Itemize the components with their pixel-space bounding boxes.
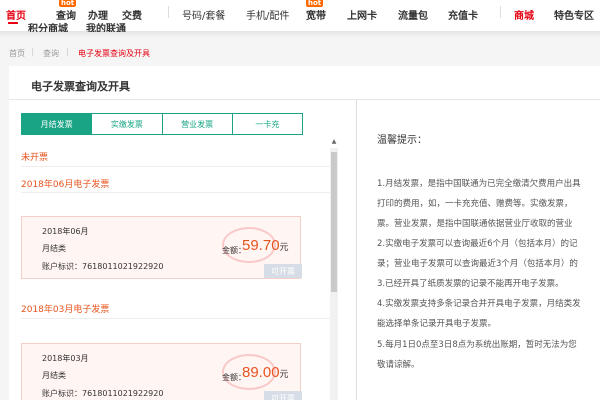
tip-line: 4.实缴发票支持多条记录合并开具电子发票，月结类发: [377, 299, 581, 309]
tip-line: 5.每月1日0点至3日8点为系统出账期，暂时无法为您: [377, 340, 577, 350]
invoice-month-heading: 2018年06月电子发票: [21, 180, 110, 190]
tip-line: 2.实缴电子发票可以查询最近6个月（包括本月）的记: [377, 239, 578, 249]
section-divider: [21, 166, 331, 167]
nav-broadband[interactable]: 宽带: [306, 7, 326, 22]
invoice-month-heading: 2018年03月电子发票: [21, 305, 110, 315]
invoice-account: 账户标识：7618011021922920: [42, 389, 164, 398]
invoice-status-button[interactable]: 可开票: [264, 264, 302, 278]
invoice-card[interactable]: 2018年06月 月结类 账户标识：7618011021922920 金额： 5…: [21, 216, 302, 279]
invoice-tabs: 月结发票 实缴发票 营业发票 一卡充: [21, 113, 303, 135]
invoice-type: 月结类: [42, 244, 66, 253]
nav-home-underline: [8, 22, 18, 24]
tip-line: 票。营业发票，是指中国联通依据营业厅收取的营业: [377, 219, 573, 229]
tip-line: 能选择单条记录开具电子发票。: [377, 319, 497, 329]
breadcrumb-current: 电子发票查询及开具: [78, 49, 150, 58]
invoice-date: 2018年06月: [42, 227, 89, 236]
tab-business-invoice[interactable]: 营业发票: [162, 114, 233, 134]
nav-separator: [500, 6, 501, 18]
breadcrumb-separator: |: [66, 47, 69, 56]
nav-recharge-card[interactable]: 充值卡: [448, 7, 478, 22]
nav-phone-accessory[interactable]: 手机/配件: [246, 7, 289, 22]
breadcrumb-home[interactable]: 首页: [9, 48, 25, 59]
breadcrumb-separator: |: [31, 47, 34, 56]
nav-home[interactable]: 首页: [6, 7, 26, 22]
tab-recharge-card[interactable]: 一卡充: [232, 114, 302, 134]
invoice-amount: 59.70元: [242, 237, 289, 254]
nav-separator: [168, 6, 169, 18]
scroll-up-icon[interactable]: ▲: [330, 138, 338, 146]
invoice-type: 月结类: [42, 371, 66, 380]
tab-paid-invoice[interactable]: 实缴发票: [92, 114, 163, 134]
section-divider: [21, 192, 331, 193]
tab-monthly-invoice[interactable]: 月结发票: [22, 114, 93, 134]
tips-title: 温馨提示：: [377, 135, 427, 146]
title-divider: [9, 99, 600, 100]
section-divider: [21, 318, 331, 319]
tip-line: 1.月结发票，是指中国联通为已完全缴清欠费用户出具: [377, 179, 581, 189]
nav-data-package[interactable]: 流量包: [398, 7, 428, 22]
invoice-status-button[interactable]: 可开票: [264, 391, 302, 400]
scrollbar-thumb[interactable]: [331, 152, 337, 292]
nav-shadow: [0, 32, 600, 38]
invoice-date: 2018年03月: [42, 354, 89, 363]
invoice-amount: 89.00元: [242, 364, 289, 381]
tip-line: 录；营业电子发票可以查询最近3个月（包括本月）的: [377, 259, 578, 269]
nav-data-card[interactable]: 上网卡: [347, 7, 377, 22]
invoice-card[interactable]: 2018年03月 月结类 账户标识：7618011021922920 金额： 8…: [21, 343, 302, 400]
hot-badge: hot: [306, 0, 324, 7]
nav-query[interactable]: 查询: [56, 7, 76, 22]
nav-mall[interactable]: 商城: [514, 7, 534, 22]
tip-line: 敬请谅解。: [377, 360, 420, 370]
nav-number-plan[interactable]: 号码/套餐: [182, 7, 225, 22]
invoice-account: 账户标识：7618011021922920: [42, 262, 164, 271]
tip-line: 打印的费用，如，一卡充充值、赠费等。实缴发票，: [377, 199, 573, 209]
breadcrumb-query[interactable]: 查询: [43, 48, 59, 59]
section-unopened: 未开票: [21, 153, 49, 163]
nav-special-zone[interactable]: 特色专区: [554, 7, 594, 22]
column-divider: [356, 100, 357, 400]
page-title: 电子发票查询及开具: [31, 80, 130, 93]
tip-line: 3.已经开具了纸质发票的记录不能再开电子发票。: [377, 279, 564, 289]
top-nav: 首页 积分商城 查询 hot 办理 交费 我的联通 号码/套餐 手机/配件 宽带…: [0, 0, 600, 35]
hot-badge: hot: [59, 0, 77, 7]
